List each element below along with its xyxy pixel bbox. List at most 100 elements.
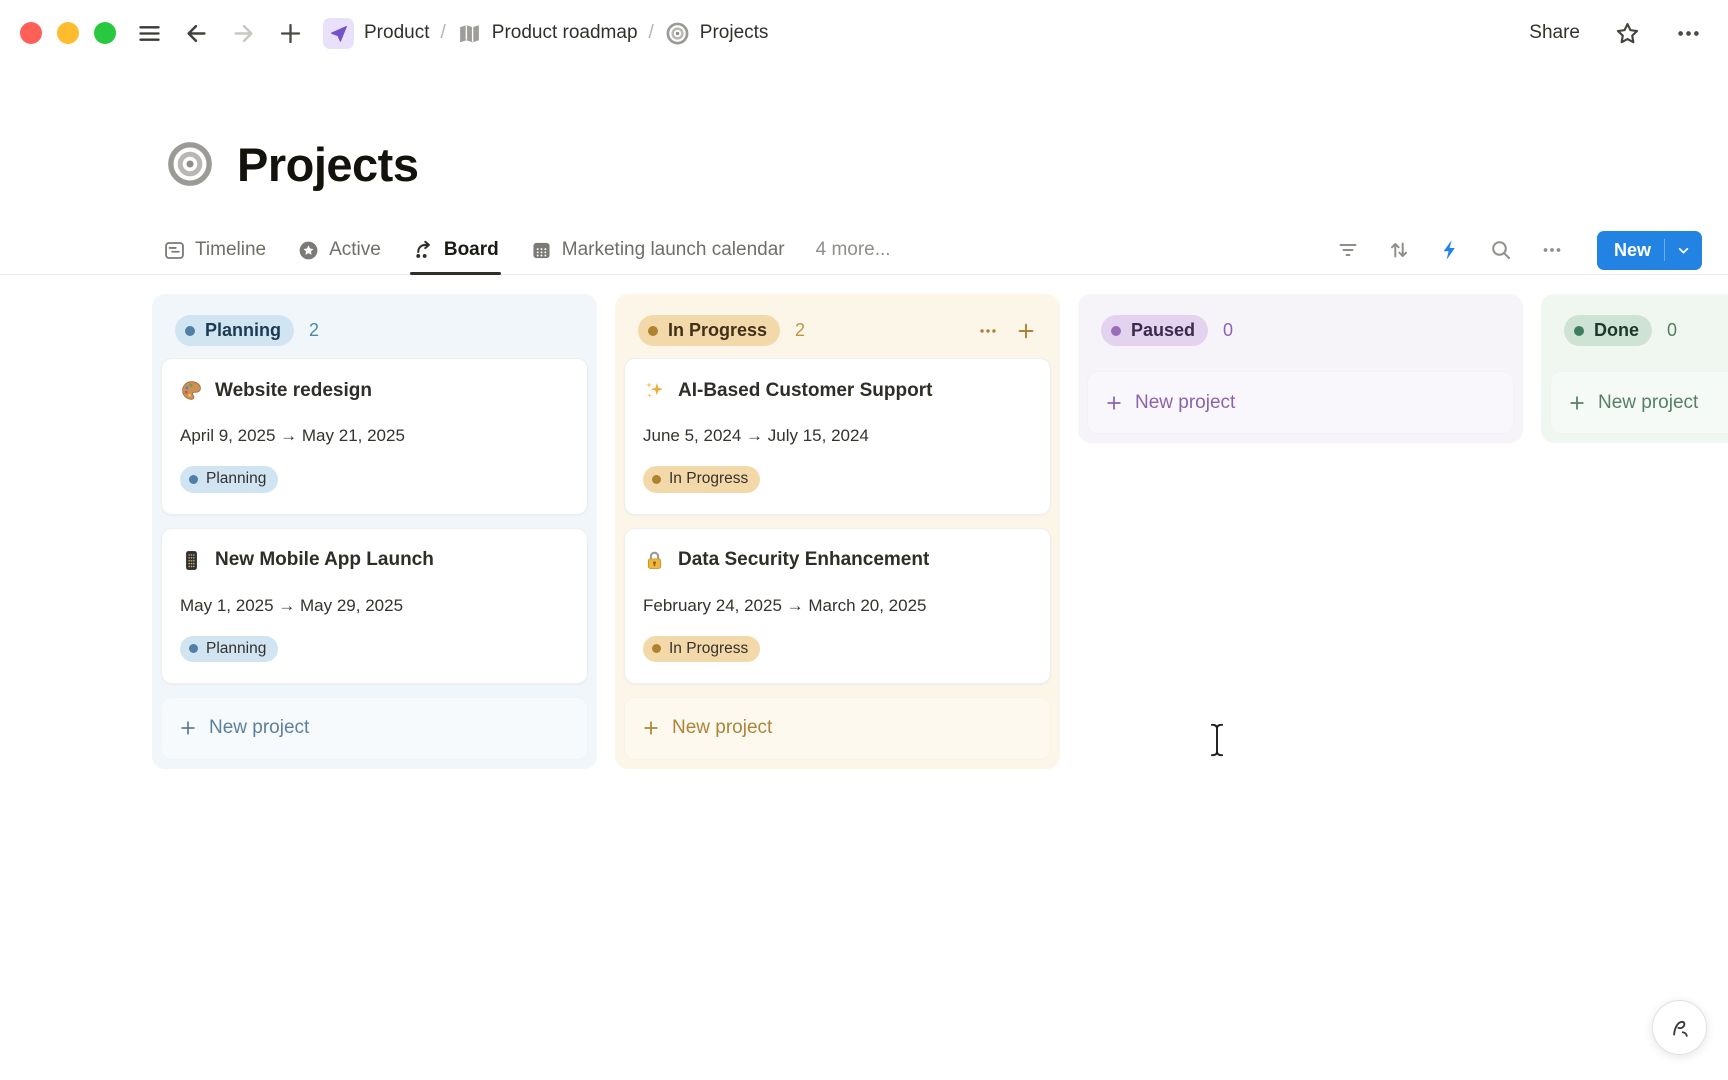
board-column-planning: Planning 2 Website redesign April 9, 2025 →… <box>152 294 597 769</box>
card-status-chip: In Progress <box>643 636 760 662</box>
breadcrumb-separator: / <box>649 22 654 44</box>
column-status-chip[interactable]: Planning <box>175 315 294 346</box>
board-column-paused: Paused 0 New project <box>1078 294 1523 443</box>
search-icon[interactable] <box>1489 238 1513 262</box>
column-count: 2 <box>795 320 805 341</box>
status-dot <box>652 475 661 484</box>
card-status-chip: In Progress <box>643 466 760 492</box>
card-status-label: Planning <box>206 469 266 489</box>
card-date-range: June 5, 2024 → July 15, 2024 <box>643 426 1032 446</box>
column-name: Planning <box>205 319 281 342</box>
column-header: Paused 0 <box>1087 303 1514 358</box>
status-dot <box>189 475 198 484</box>
board-icon <box>412 239 435 262</box>
minimize-window-button[interactable] <box>57 22 79 44</box>
card-date-range: April 9, 2025 → May 21, 2025 <box>180 426 569 446</box>
column-header: Planning 2 <box>161 303 588 358</box>
column-name: Done <box>1594 319 1639 342</box>
view-more-icon[interactable] <box>1540 238 1564 262</box>
column-status-chip[interactable]: In Progress <box>638 315 780 346</box>
plus-icon <box>641 718 661 738</box>
new-button[interactable]: New <box>1597 231 1702 270</box>
breadcrumb-label: Product <box>364 22 429 44</box>
column-name: In Progress <box>668 319 767 342</box>
column-add-icon[interactable] <box>1015 320 1037 342</box>
assistant-fab-button[interactable] <box>1652 1000 1707 1055</box>
plus-icon <box>1567 393 1587 413</box>
project-card[interactable]: Website redesign April 9, 2025 → May 21, … <box>161 358 588 514</box>
active-icon <box>297 239 320 262</box>
chevron-down-icon[interactable] <box>1665 242 1702 259</box>
column-more-icon[interactable] <box>977 320 999 342</box>
card-date-range: February 24, 2025 → March 20, 2025 <box>643 596 1032 616</box>
board-column-done: Done0New project <box>1541 294 1728 443</box>
new-page-plus-icon[interactable] <box>275 18 305 48</box>
card-status-label: In Progress <box>669 639 748 659</box>
status-dot <box>189 644 198 653</box>
card-title: New Mobile App Launch <box>215 549 434 571</box>
project-card[interactable]: AI-Based Customer Support June 5, 2024 → … <box>624 358 1051 514</box>
column-header: In Progress 2 <box>624 303 1051 358</box>
favorite-star-icon[interactable] <box>1614 20 1641 47</box>
scribble-face-icon <box>1665 1013 1695 1043</box>
new-project-button[interactable]: New project <box>1087 371 1514 434</box>
card-title: AI-Based Customer Support <box>678 380 932 402</box>
status-dot <box>185 326 195 336</box>
new-project-label: New project <box>1598 392 1698 414</box>
automation-bolt-icon[interactable] <box>1438 238 1462 262</box>
tab-board[interactable]: Board <box>412 226 499 274</box>
breadcrumb-label: Product roadmap <box>492 22 638 44</box>
share-button[interactable]: Share <box>1529 22 1580 44</box>
forward-arrow-icon[interactable] <box>228 18 258 48</box>
card-status-chip: Planning <box>180 636 278 662</box>
column-status-chip[interactable]: Done <box>1564 315 1652 346</box>
mobile-phone-icon <box>180 549 203 572</box>
column-name: Paused <box>1131 319 1195 342</box>
sort-icon[interactable] <box>1387 238 1411 262</box>
breadcrumb-item-product-roadmap[interactable]: Product roadmap <box>451 17 644 50</box>
map-icon <box>457 21 482 46</box>
page-target-icon[interactable] <box>165 139 215 189</box>
page-title[interactable]: Projects <box>237 137 418 192</box>
tab-timeline[interactable]: Timeline <box>163 226 266 274</box>
board-column-in-progress: In Progress 2 AI-Based Customer Support Jun… <box>615 294 1060 769</box>
timeline-icon <box>163 239 186 262</box>
column-status-chip[interactable]: Paused <box>1101 315 1208 346</box>
text-ibeam-cursor <box>1208 722 1226 758</box>
view-tabs-bar: Timeline Active Board Marketing launch c… <box>0 226 1728 275</box>
product-page-icon <box>323 18 354 49</box>
new-project-button[interactable]: New project <box>624 697 1051 760</box>
card-title: Website redesign <box>215 380 372 402</box>
sidebar-menu-icon[interactable] <box>134 18 164 48</box>
tab-more-views[interactable]: 4 more... <box>816 226 891 274</box>
breadcrumb-separator: / <box>440 22 445 44</box>
breadcrumb-item-projects[interactable]: Projects <box>659 17 775 50</box>
project-card[interactable]: New Mobile App LaunchMay 1, 2025 → May 2… <box>161 528 588 684</box>
tab-marketing-launch-calendar[interactable]: Marketing launch calendar <box>530 226 785 274</box>
status-dot <box>1574 326 1584 336</box>
calendar-icon <box>530 239 553 262</box>
breadcrumb-item-product[interactable]: Product <box>317 14 435 53</box>
breadcrumb-label: Projects <box>700 22 769 44</box>
new-project-button[interactable]: New project <box>1550 371 1728 434</box>
close-window-button[interactable] <box>20 22 42 44</box>
status-dot <box>652 644 661 653</box>
card-status-chip: Planning <box>180 466 278 492</box>
new-project-label: New project <box>1135 392 1235 414</box>
new-project-label: New project <box>209 717 309 739</box>
palette-icon <box>180 379 203 402</box>
sparkles-icon <box>643 379 666 402</box>
new-project-button[interactable]: New project <box>161 697 588 760</box>
project-card[interactable]: Data Security EnhancementFebruary 24, 20… <box>624 528 1051 684</box>
page-more-icon[interactable] <box>1675 20 1702 47</box>
lock-icon <box>643 549 666 572</box>
traffic-lights <box>20 22 116 44</box>
column-count: 2 <box>309 320 319 341</box>
filter-icon[interactable] <box>1336 238 1360 262</box>
card-status-label: Planning <box>206 639 266 659</box>
zoom-window-button[interactable] <box>94 22 116 44</box>
column-count: 0 <box>1223 320 1233 341</box>
back-arrow-icon[interactable] <box>181 18 211 48</box>
target-icon <box>665 21 690 46</box>
tab-active[interactable]: Active <box>297 226 381 274</box>
